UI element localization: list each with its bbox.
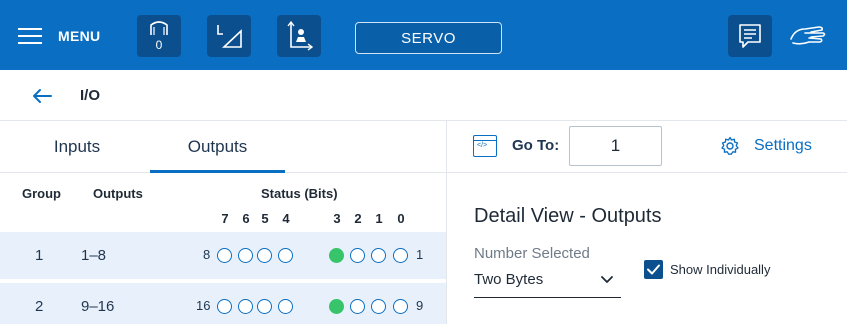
bit-indicator[interactable]	[278, 248, 293, 263]
bit-indicator[interactable]	[393, 248, 408, 263]
table-row[interactable]: 1 1–8 8 1	[0, 232, 446, 279]
bit-range-low-label: 9	[416, 298, 424, 313]
group-cell: 1	[35, 247, 44, 264]
outputs-range-cell: 9–16	[81, 298, 115, 315]
bit-number: 6	[242, 211, 250, 226]
hamburger-icon	[18, 27, 42, 45]
frame-icon	[217, 25, 242, 48]
outputs-table: Group Outputs Status (Bits) 7 6 5 4 3 2 …	[0, 173, 446, 324]
bit-number: 0	[397, 211, 405, 226]
number-selected-value: Two Bytes	[474, 271, 544, 288]
bit-indicator[interactable]	[238, 248, 253, 263]
page-title: I/O	[80, 87, 101, 104]
settings-button[interactable]: Settings	[720, 134, 812, 158]
column-header-group: Group	[22, 186, 61, 201]
bit-indicator[interactable]	[350, 299, 365, 314]
message-icon	[739, 24, 761, 48]
title-bar: I/O	[0, 70, 847, 121]
bit-number: 3	[333, 211, 341, 226]
bit-indicator[interactable]	[329, 248, 344, 263]
bit-indicator[interactable]	[257, 248, 272, 263]
tool-count: 0	[155, 38, 163, 52]
servo-button[interactable]: SERVO	[355, 22, 502, 54]
bit-indicator[interactable]	[238, 299, 253, 314]
table-row[interactable]: 2 9–16 16 9	[0, 283, 446, 324]
gear-icon	[721, 136, 739, 155]
tab-bar: Inputs Outputs </> Go To: Settings	[0, 121, 847, 173]
goto-icon: </>	[473, 135, 497, 157]
bit-indicator[interactable]	[257, 299, 272, 314]
bit-indicator[interactable]	[371, 248, 386, 263]
bit-indicator[interactable]	[371, 299, 386, 314]
back-arrow-icon[interactable]	[32, 88, 52, 104]
bit-range-low-label: 1	[416, 247, 424, 262]
tool-frame-icon	[287, 20, 314, 51]
menu-label: MENU	[58, 28, 101, 44]
tab-outputs[interactable]: Outputs	[150, 121, 285, 173]
messages-button[interactable]	[728, 15, 772, 57]
bit-number: 5	[261, 211, 269, 226]
bit-indicator[interactable]	[217, 299, 232, 314]
column-header-status: Status (Bits)	[261, 186, 338, 201]
goto-label: Go To:	[512, 137, 560, 154]
settings-label: Settings	[754, 137, 812, 154]
menu-button[interactable]: MENU	[18, 22, 100, 50]
gripper-button[interactable]: 0	[137, 15, 181, 57]
number-selected-dropdown[interactable]: Two Bytes	[474, 266, 621, 298]
bit-number: 7	[221, 211, 229, 226]
bit-range-high-label: 16	[196, 298, 211, 313]
show-individually-checkbox[interactable]	[644, 260, 663, 279]
outputs-range-cell: 1–8	[81, 247, 107, 264]
divider	[446, 121, 447, 173]
goto-input[interactable]	[569, 126, 662, 166]
bit-indicator[interactable]	[350, 248, 365, 263]
number-selected-label: Number Selected	[474, 245, 590, 262]
bit-indicator[interactable]	[278, 299, 293, 314]
detail-title: Detail View - Outputs	[474, 205, 662, 227]
bit-number: 1	[375, 211, 383, 226]
panel-divider	[446, 173, 447, 324]
hand-icon	[790, 26, 826, 45]
bit-number: 2	[354, 211, 362, 226]
bit-indicator[interactable]	[329, 299, 344, 314]
bit-indicator[interactable]	[393, 299, 408, 314]
chevron-down-icon	[601, 276, 613, 283]
tab-inputs[interactable]: Inputs	[22, 121, 132, 173]
group-cell: 2	[35, 298, 44, 315]
teach-hand-button[interactable]	[785, 17, 831, 55]
bit-number: 4	[282, 211, 290, 226]
bit-indicator[interactable]	[217, 248, 232, 263]
top-bar: MENU 0 SERVO	[0, 0, 847, 70]
checkmark-icon	[647, 264, 660, 275]
show-individually-label: Show Individually	[670, 262, 771, 277]
frame-button[interactable]	[207, 15, 251, 57]
bit-range-high-label: 8	[203, 247, 211, 262]
tool-frame-button[interactable]	[277, 15, 321, 57]
column-header-outputs: Outputs	[93, 186, 143, 201]
